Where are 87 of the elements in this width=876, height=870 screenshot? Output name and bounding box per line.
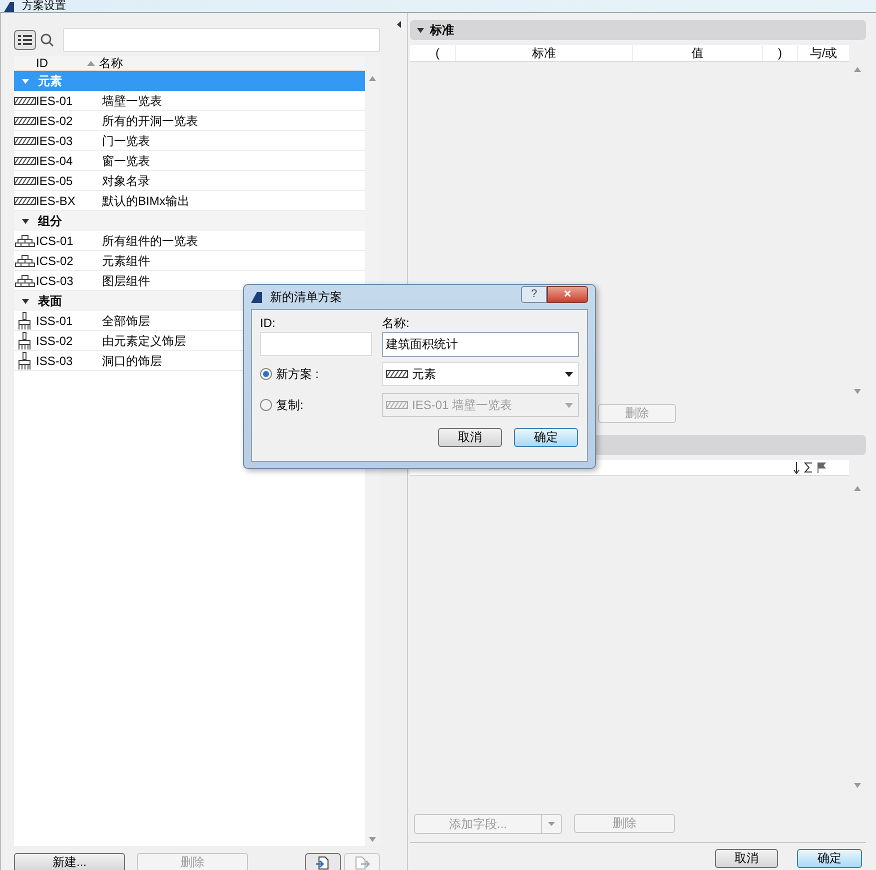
hatch-icon <box>14 156 36 164</box>
dropdown-value: IES-01 墙壁一览表 <box>412 397 514 414</box>
name-cell-text: 元素组件 <box>102 252 150 270</box>
option-label: 复制: <box>276 397 304 414</box>
field-label: 名称: <box>382 316 410 331</box>
dropdown-value: 元素 <box>412 366 437 383</box>
id-cell-text: ISS-01 <box>36 312 74 330</box>
dropdown-arrow-icon <box>565 372 573 376</box>
name-cell-text: 洞口的饰层 <box>102 352 162 370</box>
help-button[interactable]: ? <box>521 286 547 302</box>
id-cell-text: ICS-02 <box>36 252 74 270</box>
id-cell-text: IES-01 <box>36 92 74 110</box>
scroll-up-icon[interactable] <box>369 76 376 81</box>
flag-icon[interactable] <box>817 462 827 473</box>
dropdown-select[interactable]: 元素 <box>382 362 579 386</box>
id-cell-text: IES-03 <box>36 132 74 150</box>
scroll-down-icon[interactable] <box>854 389 861 394</box>
hatch-icon <box>386 401 408 409</box>
option-label: 新方案 : <box>276 366 319 383</box>
dropdown-arrow-icon <box>548 822 555 826</box>
push-button[interactable]: 取消 <box>438 428 502 447</box>
search-field[interactable] <box>63 28 380 52</box>
sort-down-icon[interactable] <box>793 462 800 474</box>
name-cell-text: 默认的BIMx输出 <box>102 192 190 210</box>
push-button[interactable]: 确定 <box>797 849 862 868</box>
name-field[interactable]: 建筑面积统计 <box>382 332 579 357</box>
caret-icon[interactable] <box>22 218 29 224</box>
dialog-title: 新的清单方案 <box>270 289 342 306</box>
app-logo-icon <box>251 292 262 302</box>
dropdown-arrow-icon <box>565 402 573 408</box>
scroll-down-icon[interactable] <box>854 783 861 788</box>
column-header[interactable]: 与/或 <box>798 45 849 61</box>
column-header[interactable]: 值 <box>633 45 763 61</box>
push-button[interactable]: 确定 <box>514 428 578 447</box>
section-header[interactable]: 标准 <box>410 20 866 40</box>
brush-icon <box>17 332 33 350</box>
name-cell-text: 墙壁一览表 <box>102 92 162 110</box>
column-header[interactable]: 标准 <box>455 45 633 61</box>
column-header[interactable]: ) <box>763 45 798 61</box>
id-cell-text: ISS-03 <box>36 352 74 370</box>
brush-icon <box>17 352 33 370</box>
name-cell-text: 全部饰层 <box>102 312 150 330</box>
section-title: 标准 <box>430 22 454 39</box>
column-header[interactable]: ( <box>410 45 455 61</box>
name-cell-text: 门一览表 <box>102 132 150 150</box>
caret-icon[interactable] <box>22 298 29 304</box>
name-cell-text: 所有的开洞一览表 <box>102 112 198 130</box>
hatch-icon <box>14 136 36 144</box>
hatch-icon <box>14 116 36 124</box>
brush-icon <box>17 312 33 330</box>
name-cell-text: 窗一览表 <box>102 152 150 170</box>
column-header[interactable]: 名称 <box>97 56 123 70</box>
hatch-icon <box>14 176 36 184</box>
id-cell-text: IES-02 <box>36 112 74 130</box>
hatch-icon <box>386 370 408 378</box>
column-header[interactable]: ID <box>14 56 97 70</box>
stacked-blocks-icon <box>15 254 35 266</box>
id-cell-text: ISS-02 <box>36 332 74 350</box>
id-cell-text: IES-05 <box>36 172 74 190</box>
id-field[interactable] <box>260 332 372 356</box>
import-icon[interactable] <box>305 852 341 870</box>
collapse-arrow-icon[interactable] <box>397 21 401 28</box>
hatch-icon <box>14 196 36 204</box>
id-cell-text: ICS-03 <box>36 272 74 290</box>
app-logo-icon <box>4 2 14 12</box>
field-label: ID: <box>260 316 276 331</box>
scroll-up-icon[interactable] <box>854 486 861 491</box>
stacked-blocks-icon <box>15 234 35 246</box>
radio-button[interactable] <box>260 368 272 380</box>
hatch-icon <box>14 96 36 104</box>
search-icon <box>40 32 54 46</box>
push-button[interactable]: 取消 <box>715 849 778 868</box>
sum-icon[interactable] <box>804 462 813 473</box>
list-view-icon[interactable] <box>14 30 36 50</box>
scroll-up-icon[interactable] <box>854 67 861 72</box>
name-cell-text: 由元素定义饰层 <box>102 332 186 350</box>
scroll-down-icon[interactable] <box>369 837 376 842</box>
caret-icon[interactable] <box>417 26 424 34</box>
id-cell-text: IES-BX <box>36 192 76 210</box>
name-cell-text: 对象名录 <box>102 172 150 190</box>
group-row[interactable]: 组分 <box>14 211 365 231</box>
id-cell-text: ICS-01 <box>36 232 74 250</box>
stacked-blocks-icon <box>15 274 35 286</box>
name-cell-text: 图层组件 <box>102 272 150 290</box>
id-cell-text: IES-04 <box>36 152 74 170</box>
name-cell-text: 所有组件的一览表 <box>102 232 198 250</box>
push-button[interactable]: 新建... <box>14 852 125 870</box>
